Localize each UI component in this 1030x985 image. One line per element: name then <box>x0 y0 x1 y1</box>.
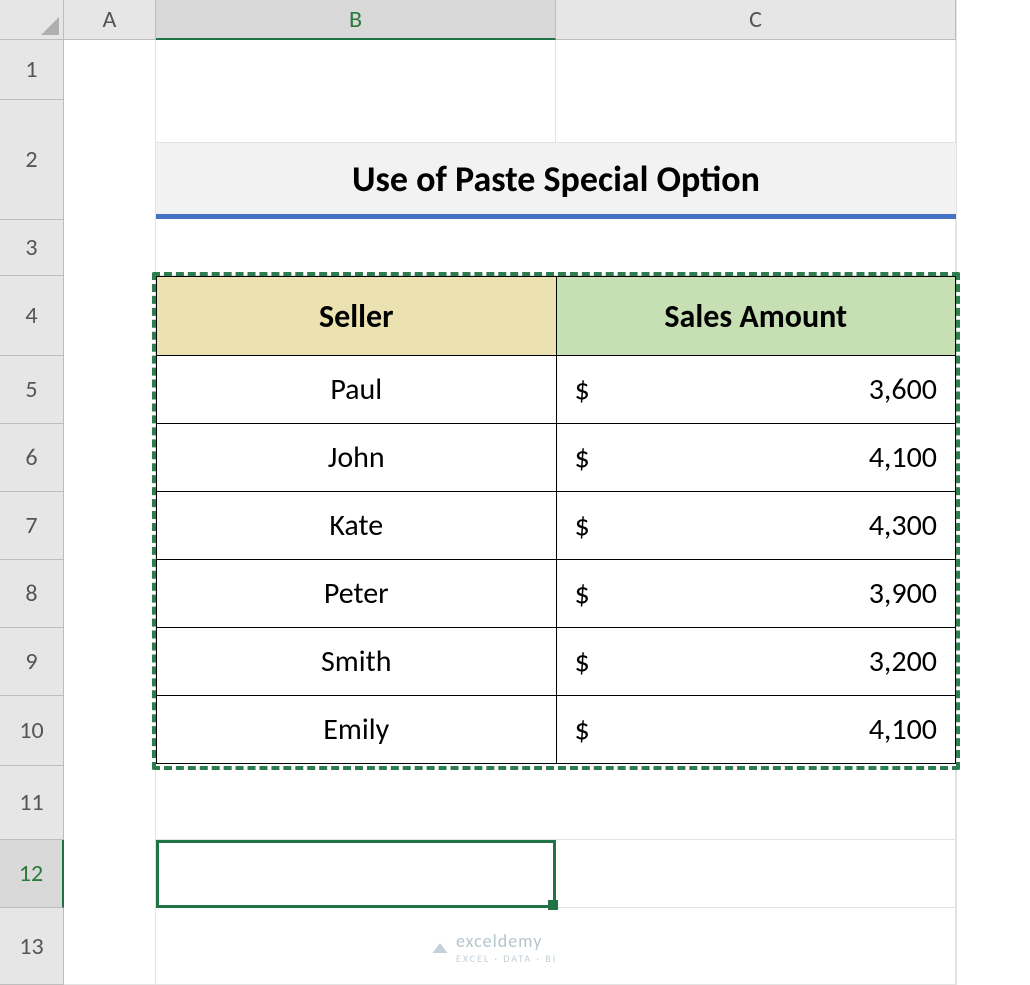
table-row: Emily $ 4,100 <box>156 696 956 764</box>
table-row: John $ 4,100 <box>156 424 956 492</box>
currency-symbol: $ <box>575 711 590 748</box>
row-header-4[interactable]: 4 <box>0 276 64 356</box>
currency-symbol: $ <box>575 507 590 544</box>
watermark-tagline: EXCEL · DATA · BI <box>456 952 557 965</box>
cell-amount[interactable]: $ 4,100 <box>557 696 957 764</box>
row-header-7[interactable]: 7 <box>0 492 64 560</box>
spreadsheet: A B C 1 2 3 4 5 6 7 8 9 10 11 12 13 Use … <box>0 0 1030 985</box>
currency-symbol: $ <box>575 371 590 408</box>
cell-row3[interactable] <box>156 219 956 276</box>
cell-seller[interactable]: John <box>156 424 557 492</box>
amount-value: 4,100 <box>869 439 937 476</box>
row-header-2[interactable]: 2 <box>0 100 64 220</box>
header-sales-amount[interactable]: Sales Amount <box>557 276 957 356</box>
column-a-cells[interactable] <box>64 40 156 985</box>
table-header-row: Seller Sales Amount <box>156 276 956 356</box>
currency-symbol: $ <box>575 439 590 476</box>
row-header-12[interactable]: 12 <box>0 840 64 908</box>
select-all-corner[interactable] <box>0 0 64 40</box>
column-header-b[interactable]: B <box>156 0 556 40</box>
table-row: Peter $ 3,900 <box>156 560 956 628</box>
cell-c1[interactable] <box>556 40 956 143</box>
title-cell[interactable]: Use of Paste Special Option <box>156 143 956 219</box>
cell-amount[interactable]: $ 4,100 <box>557 424 957 492</box>
table-row: Kate $ 4,300 <box>156 492 956 560</box>
empty-right <box>956 0 1030 985</box>
cell-row11[interactable] <box>156 766 956 840</box>
cell-c12[interactable] <box>556 840 956 908</box>
cell-seller[interactable]: Kate <box>156 492 557 560</box>
row-header-11[interactable]: 11 <box>0 766 64 840</box>
cell-b1[interactable] <box>156 40 556 143</box>
row-header-6[interactable]: 6 <box>0 424 64 492</box>
table-row: Smith $ 3,200 <box>156 628 956 696</box>
amount-value: 3,200 <box>869 643 937 680</box>
column-header-c[interactable]: C <box>556 0 956 40</box>
cell-seller[interactable]: Paul <box>156 356 557 424</box>
cell-amount[interactable]: $ 3,600 <box>557 356 957 424</box>
amount-value: 3,600 <box>869 371 937 408</box>
cell-seller[interactable]: Emily <box>156 696 557 764</box>
header-seller[interactable]: Seller <box>156 276 557 356</box>
table-row: Paul $ 3,600 <box>156 356 956 424</box>
amount-value: 3,900 <box>869 575 937 612</box>
data-table: Seller Sales Amount Paul $ 3,600 John $ … <box>156 276 956 766</box>
row-header-5[interactable]: 5 <box>0 356 64 424</box>
cell-seller[interactable]: Smith <box>156 628 557 696</box>
watermark: exceldemy EXCEL · DATA · BI <box>430 930 557 965</box>
column-header-a[interactable]: A <box>64 0 156 40</box>
row-header-3[interactable]: 3 <box>0 220 64 276</box>
currency-symbol: $ <box>575 575 590 612</box>
amount-value: 4,100 <box>869 711 937 748</box>
cell-seller[interactable]: Peter <box>156 560 557 628</box>
cell-amount[interactable]: $ 3,900 <box>557 560 957 628</box>
row-header-10[interactable]: 10 <box>0 696 64 766</box>
title-text: Use of Paste Special Option <box>352 157 760 201</box>
row-header-1[interactable]: 1 <box>0 40 64 100</box>
cell-amount[interactable]: $ 3,200 <box>557 628 957 696</box>
currency-symbol: $ <box>575 643 590 680</box>
row-header-8[interactable]: 8 <box>0 560 64 628</box>
row-header-9[interactable]: 9 <box>0 628 64 696</box>
watermark-brand: exceldemy <box>456 930 542 952</box>
amount-value: 4,300 <box>869 507 937 544</box>
active-cell-b12[interactable] <box>156 840 556 908</box>
logo-icon <box>430 938 450 958</box>
row-header-13[interactable]: 13 <box>0 908 64 985</box>
cell-amount[interactable]: $ 4,300 <box>557 492 957 560</box>
